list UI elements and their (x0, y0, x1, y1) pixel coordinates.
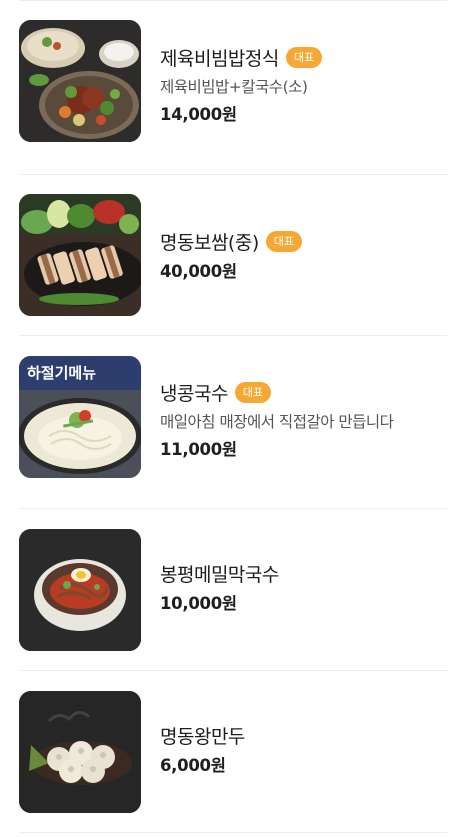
bibimbap-set-photo (19, 20, 141, 142)
menu-item-info: 냉콩국수 대표 매일아침 매장에서 직접갈아 만듭니다 11,000원 (160, 378, 446, 461)
menu-item-naengkongguksu[interactable]: 하절기메뉴 냉콩국수 대표 매일아침 매장에서 직접갈아 만듭니다 11,000… (0, 336, 466, 509)
menu-item-price: 11,000원 (160, 440, 237, 459)
menu-item-description: 제육비빔밥+칼국수(소) (160, 78, 308, 96)
menu-item-name: 봉평메밀막국수 (160, 563, 279, 586)
kongguksu-photo: 하절기메뉴 (19, 356, 141, 478)
menu-list: 제육비빔밥정식 대표 제육비빔밥+칼국수(소) 14,000원 명동보쌈(중) … (0, 0, 466, 837)
menu-item-info: 명동왕만두 6,000원 (160, 721, 446, 777)
representative-badge: 대표 (265, 230, 302, 252)
menu-item-description: 매일아침 매장에서 직접갈아 만듭니다 (160, 413, 394, 431)
bossam-photo (19, 194, 141, 316)
makguksu-photo (19, 529, 141, 651)
divider (19, 832, 447, 833)
menu-item-name: 제육비빔밥정식 (160, 47, 279, 70)
menu-item-info: 명동보쌈(중) 대표 40,000원 (160, 227, 446, 283)
menu-item-info: 제육비빔밥정식 대표 제육비빔밥+칼국수(소) 14,000원 (160, 43, 446, 126)
representative-badge: 대표 (234, 381, 272, 403)
seasonal-menu-banner: 하절기메뉴 (27, 364, 96, 382)
menu-item-bongpyeong-makguksu[interactable]: 봉평메밀막국수 10,000원 (0, 509, 466, 671)
menu-item-name: 명동보쌈(중) (160, 231, 259, 254)
menu-item-name: 냉콩국수 (160, 382, 228, 405)
menu-item-info: 봉평메밀막국수 10,000원 (160, 559, 446, 615)
menu-item-myeongdong-wang-mandu[interactable]: 명동왕만두 6,000원 (0, 671, 466, 833)
menu-item-jeyuk-bibimbap-set[interactable]: 제육비빔밥정식 대표 제육비빔밥+칼국수(소) 14,000원 (0, 0, 466, 175)
menu-item-myeongdong-bossam[interactable]: 명동보쌈(중) 대표 40,000원 (0, 175, 466, 336)
menu-item-price: 10,000원 (160, 594, 237, 613)
menu-item-price: 40,000원 (160, 262, 237, 281)
menu-item-price: 6,000원 (160, 756, 226, 775)
representative-badge: 대표 (285, 46, 323, 68)
menu-item-price: 14,000원 (160, 105, 237, 124)
menu-item-name: 명동왕만두 (160, 725, 245, 748)
mandu-photo (19, 691, 141, 813)
